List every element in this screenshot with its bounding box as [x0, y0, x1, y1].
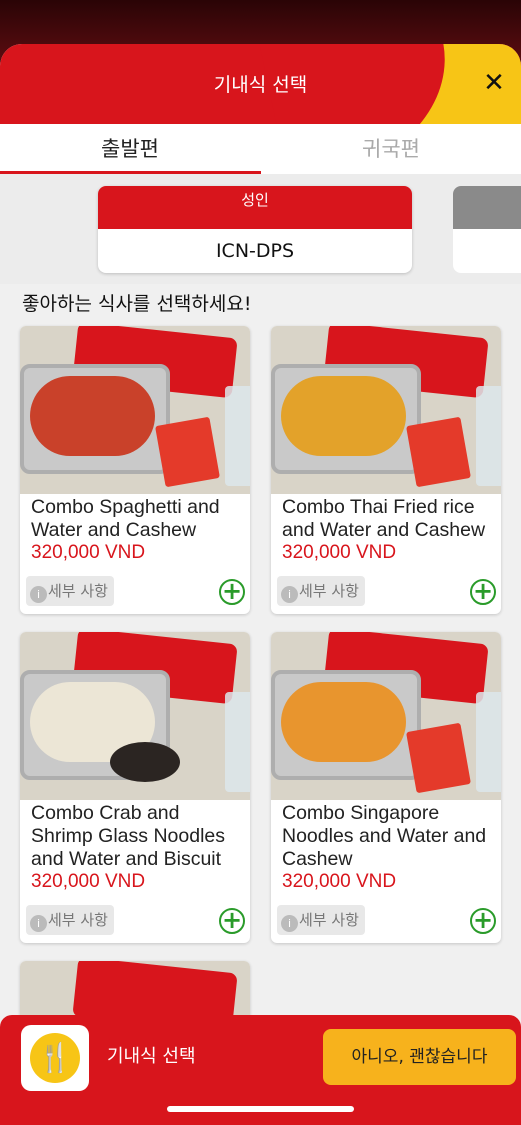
cashew-pack [406, 722, 471, 794]
tab-return[interactable]: 귀국편 [261, 124, 521, 174]
add-meal-button[interactable]: + [470, 579, 496, 605]
meal-name: Combo Spaghetti and Water and Cashew [31, 496, 220, 541]
meal-price: 320,000 VND [31, 871, 146, 892]
meal-price: 320,000 VND [31, 542, 146, 563]
meal-name: Combo Thai Fried rice and Water and Cash… [282, 496, 486, 541]
details-button[interactable]: i 세부 사항 [26, 905, 114, 935]
details-label: 세부 사항 [299, 582, 359, 600]
meal-image [20, 326, 250, 494]
plus-circle-icon: + [472, 577, 494, 605]
meal-food [281, 376, 406, 456]
meal-food [30, 376, 155, 456]
info-icon: i [281, 915, 298, 932]
meal-card[interactable]: Combo Crab and Shrimp Glass Noodles and … [20, 632, 250, 943]
info-icon: i [30, 915, 47, 932]
meal-name: Combo Singapore Noodles and Water and Ca… [282, 802, 487, 870]
meal-card[interactable]: Combo Singapore Noodles and Water and Ca… [271, 632, 501, 943]
passenger-card-next-header [453, 186, 521, 229]
water-glass [476, 386, 501, 486]
info-icon: i [281, 586, 298, 603]
water-glass [225, 386, 250, 486]
flight-tabs: 출발편 귀국편 [0, 124, 521, 174]
bottom-action-bar: 🍴 기내식 선택 아니오, 괜찮습니다 [0, 1015, 521, 1125]
details-label: 세부 사항 [48, 582, 108, 600]
details-button[interactable]: i 세부 사항 [26, 576, 114, 606]
passenger-card-next[interactable] [453, 186, 521, 273]
info-icon: i [30, 586, 47, 603]
page-title: 기내식 선택 [213, 74, 308, 96]
meal-name: Combo Crab and Shrimp Glass Noodles and … [31, 802, 225, 870]
details-label: 세부 사항 [299, 911, 359, 929]
fork-spoon-icon: 🍴 [30, 1033, 80, 1083]
meal-food [281, 682, 406, 762]
meal-price: 320,000 VND [282, 542, 397, 563]
cashew-pack [155, 416, 220, 488]
meal-image [20, 632, 250, 800]
plus-circle-icon: + [221, 577, 243, 605]
passenger-type: 성인 [98, 186, 412, 229]
meal-card[interactable]: Combo Spaghetti and Water and Cashew 320… [20, 326, 250, 614]
add-meal-button[interactable]: + [470, 908, 496, 934]
meal-selection-sheet: 기내식 선택 ✕ 출발편 귀국편 성인 ICN-DPS 좋아하는 식사를 선택하… [0, 44, 521, 1125]
passenger-card[interactable]: 성인 ICN-DPS [98, 186, 412, 273]
no-thanks-button[interactable]: 아니오, 괜찮습니다 [323, 1029, 516, 1085]
meal-prompt: 좋아하는 식사를 선택하세요! [22, 293, 252, 315]
add-meal-button[interactable]: + [219, 579, 245, 605]
meal-image [271, 632, 501, 800]
bottom-bar-label: 기내식 선택 [107, 1046, 196, 1067]
biscuit [110, 742, 180, 782]
details-button[interactable]: i 세부 사항 [277, 905, 365, 935]
cashew-pack [406, 416, 471, 488]
close-icon[interactable]: ✕ [479, 68, 509, 98]
meal-card[interactable]: Combo Thai Fried rice and Water and Cash… [271, 326, 501, 614]
meal-image [271, 326, 501, 494]
plus-circle-icon: + [472, 906, 494, 934]
passenger-selector: 성인 ICN-DPS [0, 174, 521, 284]
details-button[interactable]: i 세부 사항 [277, 576, 365, 606]
tab-departure[interactable]: 출발편 [0, 124, 260, 174]
sheet-header: 기내식 선택 ✕ [0, 44, 521, 124]
home-indicator [167, 1106, 354, 1112]
add-meal-button[interactable]: + [219, 908, 245, 934]
water-glass [476, 692, 501, 792]
meal-price: 320,000 VND [282, 871, 397, 892]
route-label: ICN-DPS [215, 240, 295, 262]
details-label: 세부 사항 [48, 911, 108, 929]
water-glass [225, 692, 250, 792]
meal-icon: 🍴 [21, 1025, 89, 1091]
plus-circle-icon: + [221, 906, 243, 934]
